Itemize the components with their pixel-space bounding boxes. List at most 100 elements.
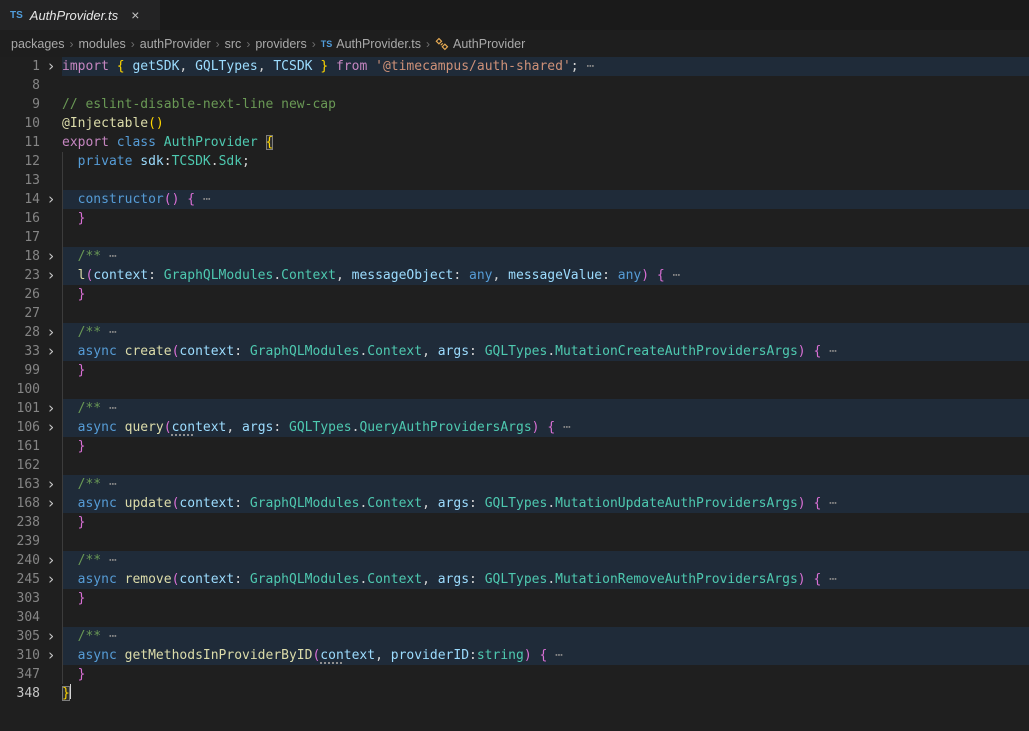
line-number[interactable]: 100 <box>0 380 40 399</box>
code-line[interactable]: 99 } <box>0 361 1029 380</box>
line-number[interactable]: 12 <box>0 152 40 171</box>
code-line-text[interactable] <box>62 608 1029 627</box>
line-number[interactable]: 303 <box>0 589 40 608</box>
code-line[interactable]: 11export class AuthProvider { <box>0 133 1029 152</box>
code-line[interactable]: 161 } <box>0 437 1029 456</box>
code-line-text[interactable]: constructor() { ⋯ <box>62 190 1029 209</box>
code-line-text[interactable]: /** ⋯ <box>62 475 1029 494</box>
code-line-text[interactable] <box>62 304 1029 323</box>
line-number[interactable]: 348 <box>0 684 40 703</box>
fold-chevron-icon[interactable]: › <box>40 494 62 513</box>
breadcrumb-item-authprovider[interactable]: authProvider <box>140 37 211 51</box>
code-line-text[interactable]: async query(context, args: GQLTypes.Quer… <box>62 418 1029 437</box>
line-number[interactable]: 106 <box>0 418 40 437</box>
code-line[interactable]: 1›import { getSDK, GQLTypes, TCSDK } fro… <box>0 57 1029 76</box>
code-line[interactable]: 168› async update(context: GraphQLModule… <box>0 494 1029 513</box>
line-number[interactable]: 1 <box>0 57 40 76</box>
code-line[interactable]: 26 } <box>0 285 1029 304</box>
code-line[interactable]: 100 <box>0 380 1029 399</box>
fold-chevron-icon[interactable]: › <box>40 266 62 285</box>
code-line-text[interactable] <box>62 380 1029 399</box>
line-number[interactable]: 245 <box>0 570 40 589</box>
line-number[interactable]: 162 <box>0 456 40 475</box>
code-line[interactable]: 9 // eslint-disable-next-line new-cap <box>0 95 1029 114</box>
code-line[interactable]: 347 } <box>0 665 1029 684</box>
code-line-text[interactable]: export class AuthProvider { <box>62 133 1029 152</box>
code-line-text[interactable]: async getMethodsInProviderByID(context, … <box>62 646 1029 665</box>
line-number[interactable]: 16 <box>0 209 40 228</box>
code-line-text[interactable] <box>62 532 1029 551</box>
code-line-text[interactable]: async create(context: GraphQLModules.Con… <box>62 342 1029 361</box>
code-line-text[interactable]: /** ⋯ <box>62 247 1029 266</box>
code-line-text[interactable] <box>62 228 1029 247</box>
line-number[interactable]: 238 <box>0 513 40 532</box>
line-number[interactable]: 27 <box>0 304 40 323</box>
tab-authprovider[interactable]: TS AuthProvider.ts × <box>0 0 160 30</box>
fold-chevron-icon[interactable]: › <box>40 475 62 494</box>
code-line-text[interactable]: /** ⋯ <box>62 627 1029 646</box>
code-line-text[interactable]: /** ⋯ <box>62 399 1029 418</box>
editor[interactable]: 1›import { getSDK, GQLTypes, TCSDK } fro… <box>0 57 1029 703</box>
code-line[interactable]: 106› async query(context, args: GQLTypes… <box>0 418 1029 437</box>
code-line-text[interactable]: @Injectable() <box>62 114 1029 133</box>
fold-chevron-icon[interactable]: › <box>40 418 62 437</box>
fold-chevron-icon[interactable]: › <box>40 646 62 665</box>
code-line-text[interactable] <box>62 456 1029 475</box>
breadcrumb-item-authprovider-ts[interactable]: TSAuthProvider.ts <box>321 37 421 51</box>
line-number[interactable]: 347 <box>0 665 40 684</box>
code-line[interactable]: 162 <box>0 456 1029 475</box>
line-number[interactable]: 26 <box>0 285 40 304</box>
line-number[interactable]: 239 <box>0 532 40 551</box>
line-number[interactable]: 8 <box>0 76 40 95</box>
code-line-text[interactable]: } <box>62 437 1029 456</box>
code-line-text[interactable]: /** ⋯ <box>62 551 1029 570</box>
code-line[interactable]: 10 @Injectable() <box>0 114 1029 133</box>
code-line[interactable]: 33› async create(context: GraphQLModules… <box>0 342 1029 361</box>
line-number[interactable]: 99 <box>0 361 40 380</box>
line-number[interactable]: 168 <box>0 494 40 513</box>
code-line[interactable]: 240› /** ⋯ <box>0 551 1029 570</box>
code-line[interactable]: 28› /** ⋯ <box>0 323 1029 342</box>
code-line[interactable]: 18› /** ⋯ <box>0 247 1029 266</box>
line-number[interactable]: 14 <box>0 190 40 209</box>
code-line-text[interactable]: } <box>62 589 1029 608</box>
code-line[interactable]: 101› /** ⋯ <box>0 399 1029 418</box>
code-line-text[interactable]: // eslint-disable-next-line new-cap <box>62 95 1029 114</box>
code-line-text[interactable] <box>62 76 1029 95</box>
code-line[interactable]: 16 } <box>0 209 1029 228</box>
line-number[interactable]: 161 <box>0 437 40 456</box>
code-line-text[interactable]: async update(context: GraphQLModules.Con… <box>62 494 1029 513</box>
line-number[interactable]: 17 <box>0 228 40 247</box>
fold-chevron-icon[interactable]: › <box>40 399 62 418</box>
line-number[interactable]: 23 <box>0 266 40 285</box>
code-line[interactable]: 305› /** ⋯ <box>0 627 1029 646</box>
code-line-text[interactable]: } <box>62 665 1029 684</box>
code-line-text[interactable]: private sdk:TCSDK.Sdk; <box>62 152 1029 171</box>
breadcrumb-item-providers[interactable]: providers <box>255 37 306 51</box>
code-line[interactable]: 14› constructor() { ⋯ <box>0 190 1029 209</box>
fold-chevron-icon[interactable]: › <box>40 247 62 266</box>
code-line[interactable]: 13 <box>0 171 1029 190</box>
breadcrumb-item-src[interactable]: src <box>225 37 242 51</box>
line-number[interactable]: 10 <box>0 114 40 133</box>
code-line[interactable]: 303 } <box>0 589 1029 608</box>
code-line[interactable]: 17 <box>0 228 1029 247</box>
fold-chevron-icon[interactable]: › <box>40 342 62 361</box>
code-line[interactable]: 163› /** ⋯ <box>0 475 1029 494</box>
fold-chevron-icon[interactable]: › <box>40 627 62 646</box>
code-line[interactable]: 348} <box>0 684 1029 703</box>
line-number[interactable]: 304 <box>0 608 40 627</box>
line-number[interactable]: 28 <box>0 323 40 342</box>
line-number[interactable]: 18 <box>0 247 40 266</box>
code-line[interactable]: 238 } <box>0 513 1029 532</box>
line-number[interactable]: 310 <box>0 646 40 665</box>
code-line-text[interactable]: /** ⋯ <box>62 323 1029 342</box>
code-line-text[interactable]: } <box>62 209 1029 228</box>
code-line-text[interactable]: } <box>62 361 1029 380</box>
breadcrumb-item-packages[interactable]: packages <box>11 37 65 51</box>
code-line-text[interactable]: } <box>62 684 1029 703</box>
code-line[interactable]: 12 private sdk:TCSDK.Sdk; <box>0 152 1029 171</box>
line-number[interactable]: 9 <box>0 95 40 114</box>
breadcrumb-item-authprovider[interactable]: AuthProvider <box>435 37 525 51</box>
code-line-text[interactable] <box>62 171 1029 190</box>
